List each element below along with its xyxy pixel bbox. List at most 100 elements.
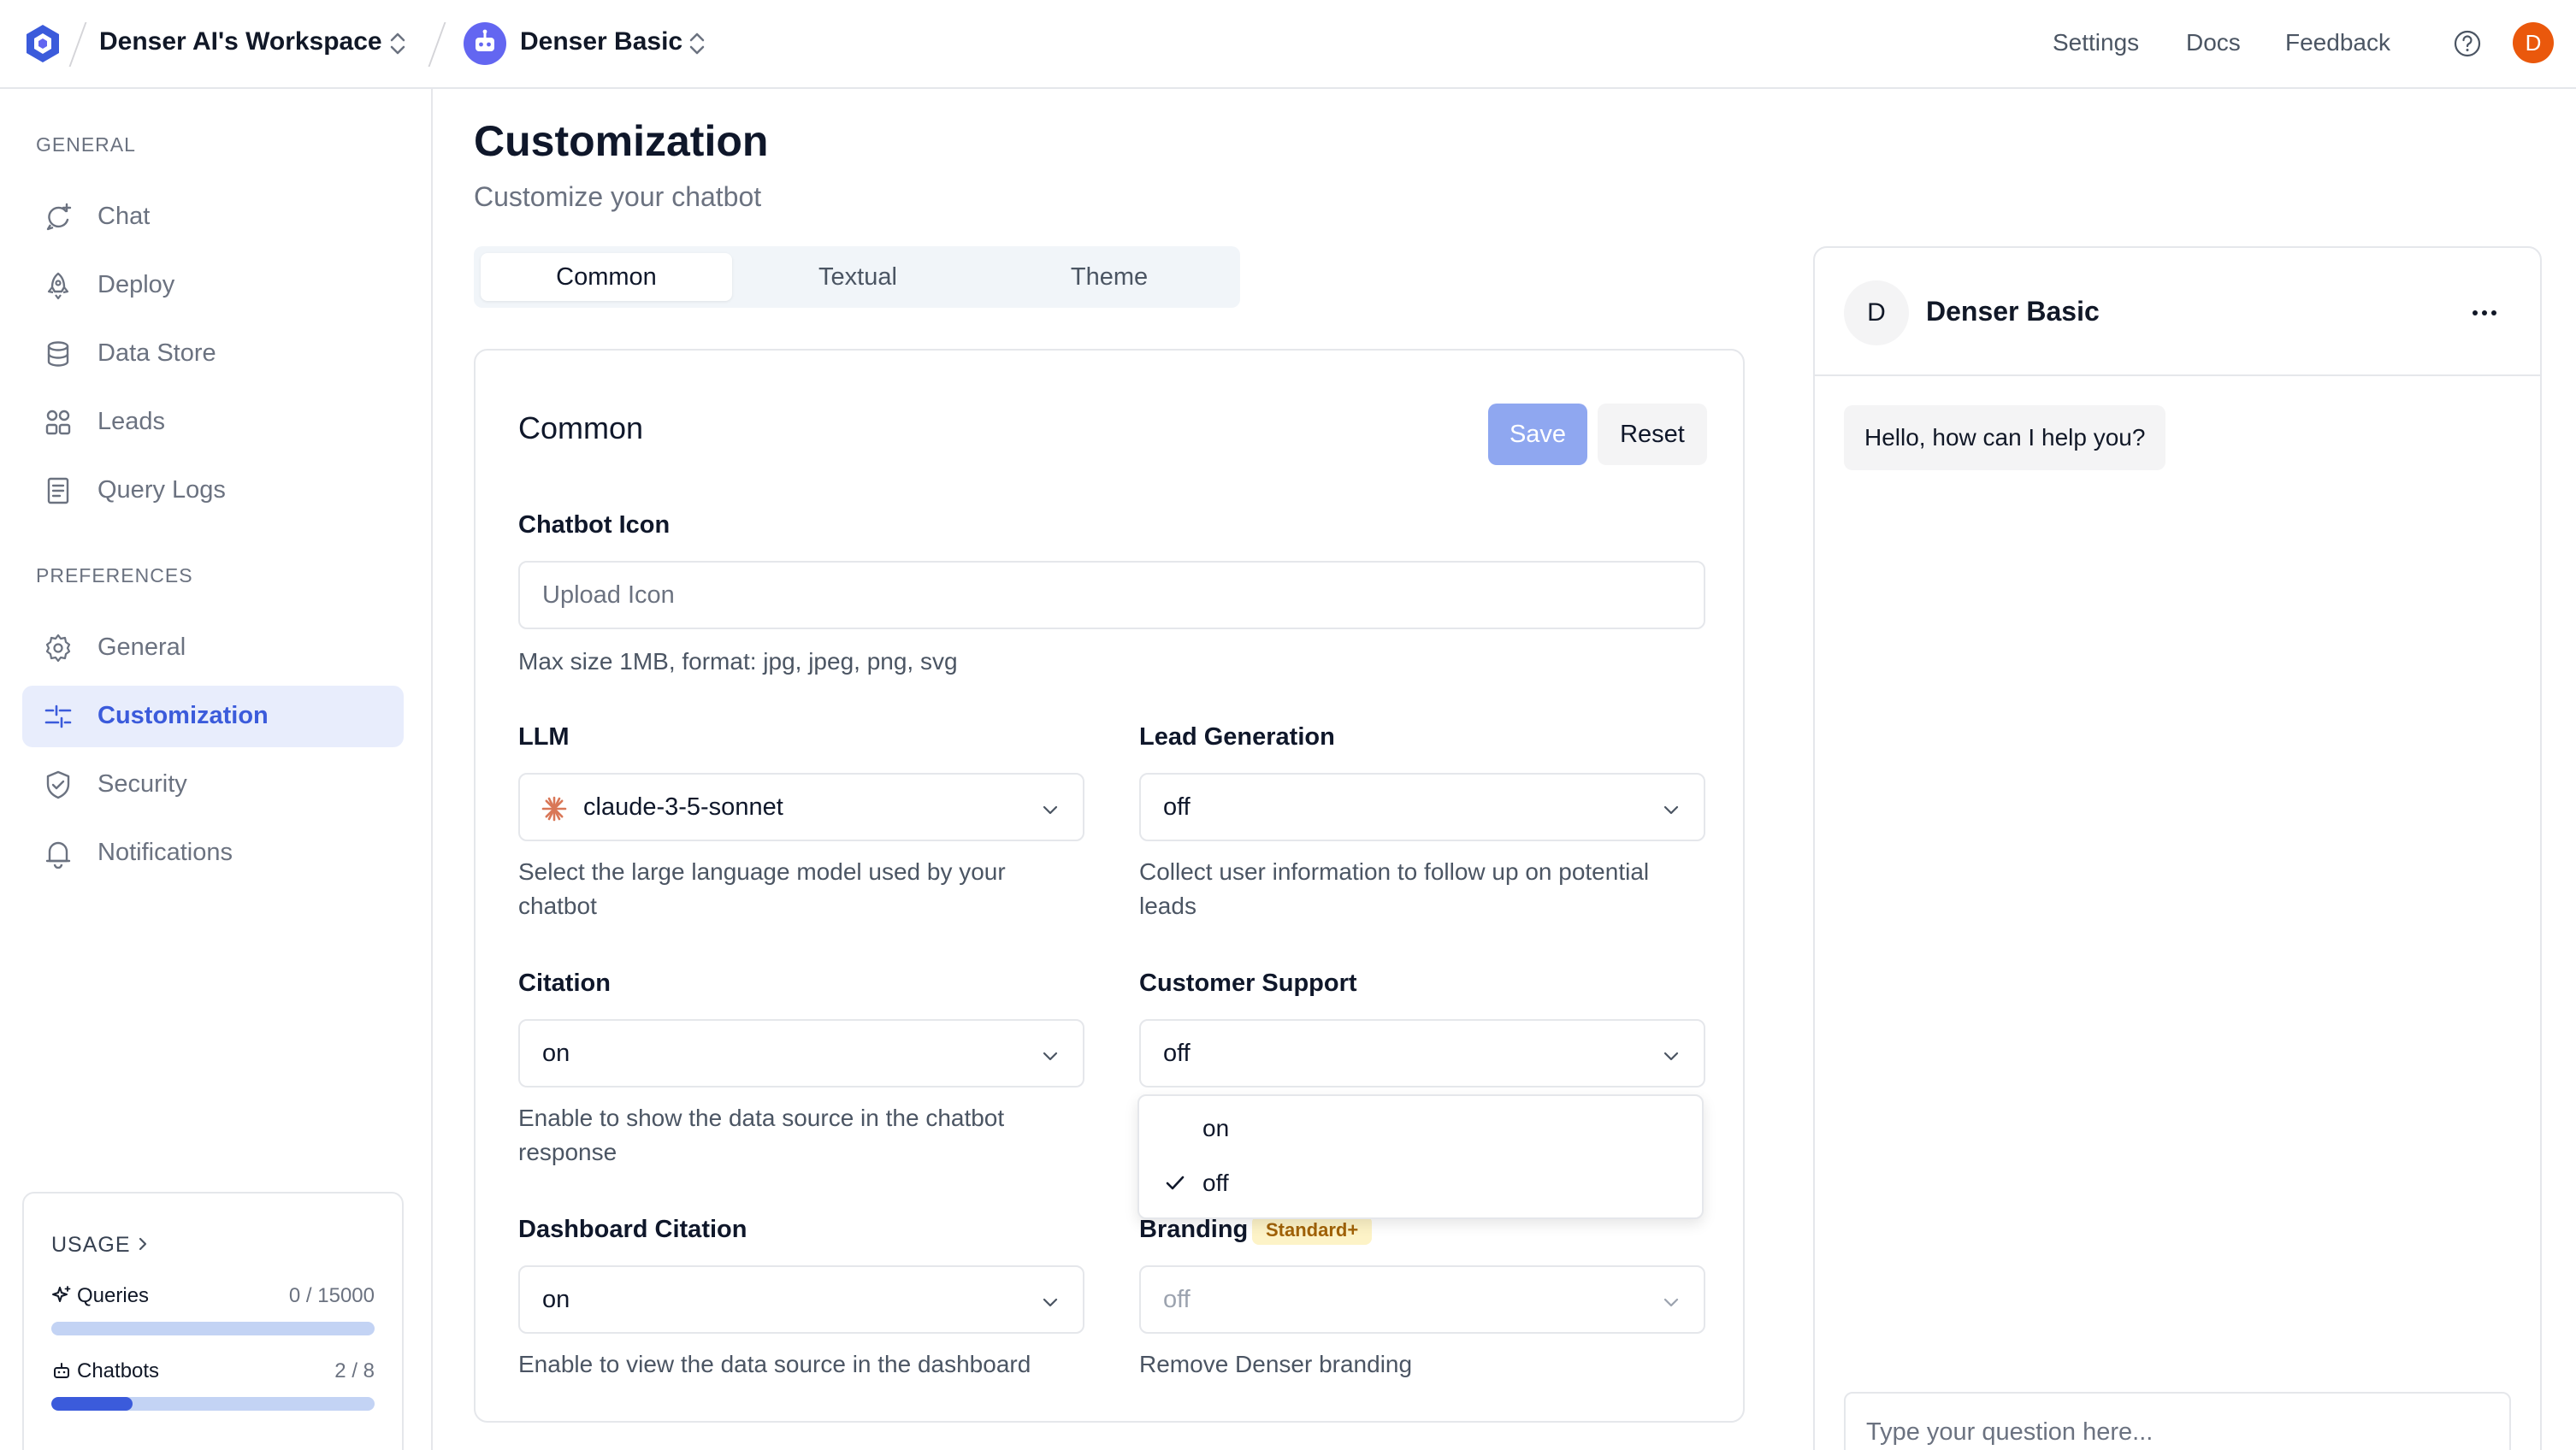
chat-preview-header: D Denser Basic [1815,248,2540,376]
citation-help: Enable to show the data source in the ch… [518,1105,1005,1165]
sidebar-item-label: Customization [97,702,269,729]
llm-select[interactable]: claude-3-5-sonnet [518,773,1084,841]
chatbots-progress-bar [51,1397,375,1411]
chatbots-meter-label: Chatbots [51,1359,159,1383]
robot-icon [476,29,494,51]
page-subtitle: Customize your chatbot [474,181,762,212]
sidebar-item-data-store[interactable]: Data Store [22,323,404,385]
preview-avatar: D [1844,280,1909,345]
citation-select-value: on [542,1040,570,1067]
card-title: Common [518,410,644,445]
chatbot-name[interactable]: Denser Basic [520,27,682,56]
tab-common[interactable]: Common [481,253,732,301]
customer-support-select[interactable]: off [1139,1019,1705,1088]
user-avatar[interactable]: D [2513,22,2554,63]
denser-logo-icon[interactable] [22,23,63,64]
dashboard-citation-select-value: on [542,1286,570,1313]
chat-question-input[interactable]: Type your question here... [1844,1392,2511,1450]
plan-badge: Standard+ [1252,1216,1373,1245]
chatbot-switcher-icon[interactable] [686,28,708,59]
sidebar-item-leads[interactable]: Leads [22,392,404,453]
more-options-icon[interactable] [2470,308,2499,318]
sidebar-item-customization[interactable]: Customization [22,686,404,747]
branding-select: off [1139,1265,1705,1334]
sidebar-item-notifications[interactable]: Notifications [22,822,404,884]
chevron-down-icon [1663,805,1679,815]
check-icon [1166,1176,1185,1190]
chatbots-progress-fill [51,1397,133,1411]
database-icon [47,341,69,367]
sidebar-item-general[interactable]: General [22,617,404,679]
lead-generation-select[interactable]: off [1139,773,1705,841]
queries-meter-value: 0 / 15000 [288,1284,375,1307]
breadcrumb-separator [428,22,446,67]
sidebar-item-label: Security [97,770,187,798]
customer-support-dropdown: on off [1137,1094,1704,1219]
dashboard-citation-help: Enable to view the data source in the da… [518,1351,1031,1377]
tab-list: Common Textual Theme [474,246,1240,308]
top-bar: Denser AI's Workspace Denser Basic Setti… [0,0,2576,89]
chatbot-icon-label: Chatbot Icon [518,511,671,539]
sidebar-item-label: Deploy [97,271,175,298]
citation-select[interactable]: on [518,1019,1084,1088]
chatbot-avatar[interactable] [464,22,506,65]
sidebar-item-label: Chat [97,203,151,230]
chevron-down-icon [1043,1052,1058,1061]
sliders-icon [44,704,72,728]
sidebar-item-security[interactable]: Security [22,754,404,816]
dashboard-citation-label: Dashboard Citation [518,1216,747,1243]
queries-meter-label: Queries [51,1284,149,1308]
chatbot-icon-help: Max size 1MB, format: jpg, jpeg, png, sv… [518,648,958,675]
breadcrumb-separator [68,22,87,67]
workspace-name[interactable]: Denser AI's Workspace [99,27,382,56]
reset-button[interactable]: Reset [1598,404,1707,465]
bot-greeting-message: Hello, how can I help you? [1844,405,2166,470]
document-list-icon [47,477,69,504]
tab-textual[interactable]: Textual [732,253,984,301]
sidebar-item-deploy[interactable]: Deploy [22,255,404,316]
sidebar-item-chat[interactable]: Chat [22,186,404,248]
sidebar-item-query-logs[interactable]: Query Logs [22,460,404,522]
save-button[interactable]: Save [1488,404,1587,465]
page-title: Customization [474,117,769,165]
customer-support-select-value: off [1163,1040,1191,1067]
nav-feedback-link[interactable]: Feedback [2285,29,2390,56]
chevron-right-icon[interactable] [133,1235,152,1253]
sidebar: GENERAL Chat Deploy Data Store Leads Que… [0,89,433,1450]
help-icon[interactable] [2453,29,2482,58]
sidebar-item-label: Leads [97,408,166,435]
shield-icon [46,770,70,799]
queries-progress-bar [51,1322,375,1335]
bell-icon [45,841,71,869]
chat-preview-panel: D Denser Basic Hello, how can I help you… [1813,246,2542,1450]
preview-chatbot-name: Denser Basic [1926,296,2100,327]
customer-support-label: Customer Support [1139,970,1357,997]
sidebar-section-preferences: PREFERENCES [36,564,193,586]
upload-icon-input[interactable]: Upload Icon [518,561,1705,629]
llm-label: LLM [518,723,570,751]
common-settings-card: Common Save Reset Chatbot Icon Upload Ic… [474,349,1745,1423]
sidebar-section-general: GENERAL [36,133,136,156]
usage-card: USAGE Queries 0 / 15000 Chatbots 2 / 8 [22,1192,404,1450]
dropdown-option-off[interactable]: off [1143,1158,1700,1209]
dashboard-citation-select[interactable]: on [518,1265,1084,1334]
chatbots-meter-value: 2 / 8 [334,1359,375,1382]
sparkles-icon [52,1286,71,1302]
claude-logo-icon [541,796,567,822]
llm-help: Select the large language model used by … [518,858,1006,919]
nav-settings-link[interactable]: Settings [2053,29,2139,56]
nav-docs-link[interactable]: Docs [2186,29,2241,56]
branding-select-value: off [1163,1286,1191,1313]
workspace-switcher-icon[interactable] [387,28,409,59]
robot-icon [54,1363,69,1378]
chevron-down-icon [1043,1298,1058,1307]
sidebar-item-label: Query Logs [97,476,226,504]
lead-generation-select-value: off [1163,793,1191,821]
chevron-down-icon [1663,1052,1679,1061]
dropdown-option-on[interactable]: on [1143,1103,1700,1154]
chevron-down-icon [1663,1298,1679,1307]
citation-label: Citation [518,970,611,997]
usage-title[interactable]: USAGE [51,1233,131,1258]
tab-theme[interactable]: Theme [984,253,1235,301]
llm-select-value: claude-3-5-sonnet [583,793,783,821]
